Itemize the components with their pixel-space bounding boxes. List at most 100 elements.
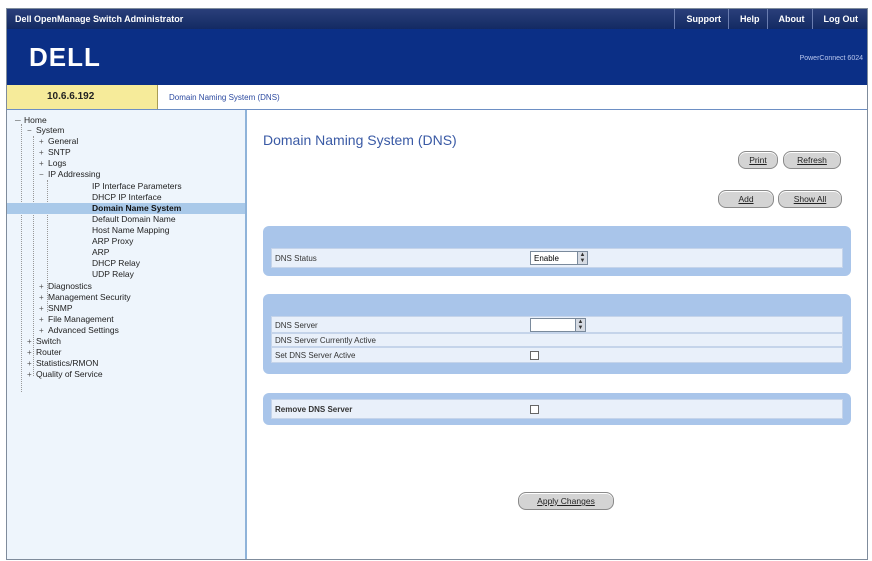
tree-item-general[interactable]: + General <box>39 136 78 147</box>
tree-item-host-name-mapping[interactable]: Host Name Mapping <box>92 225 169 236</box>
tree-item-label: IP Addressing <box>48 169 101 179</box>
tree-item-sntp[interactable]: + SNTP <box>39 147 71 158</box>
tree-line <box>21 124 22 392</box>
remove-dns-panel: Remove DNS Server <box>263 393 851 425</box>
show-all-button-label: Show All <box>793 194 827 204</box>
about-link[interactable]: About <box>766 9 812 29</box>
dns-status-value: Enable <box>534 254 559 263</box>
expand-icon[interactable]: + <box>27 369 36 380</box>
tree-item-label: Domain Name System <box>92 203 182 213</box>
tree-item-dhcp-ip-interface[interactable]: DHCP IP Interface <box>92 192 162 203</box>
tree-item-label: UDP Relay <box>92 269 134 279</box>
show-all-button[interactable]: Show All <box>778 190 842 208</box>
tree-item-arp[interactable]: ARP <box>92 247 109 258</box>
tree-item-advanced-settings[interactable]: + Advanced Settings <box>39 325 119 336</box>
tree-item-management-security[interactable]: + Management Security <box>39 292 131 303</box>
tree-item-udp-relay[interactable]: UDP Relay <box>92 269 134 280</box>
expand-icon[interactable]: + <box>39 303 48 314</box>
remove-dns-checkbox[interactable] <box>530 405 539 414</box>
dns-server-row: DNS Server ▲ ▼ <box>271 316 843 333</box>
tree-item-file-management[interactable]: + File Management <box>39 314 114 325</box>
tree-item-domain-name-system[interactable]: Domain Name System <box>7 203 245 214</box>
page-title: Domain Naming System (DNS) <box>263 132 457 148</box>
expand-icon[interactable]: + <box>39 292 48 303</box>
expand-icon[interactable]: + <box>27 358 36 369</box>
help-link[interactable]: Help <box>727 9 767 29</box>
refresh-button-label: Refresh <box>797 155 827 165</box>
tree-item-label: Logs <box>48 158 67 168</box>
remove-dns-label: Remove DNS Server <box>275 405 353 414</box>
dns-status-label: DNS Status <box>275 254 317 263</box>
title-bar: Dell OpenManage Switch Administrator Sup… <box>7 9 867 29</box>
log-out-link[interactable]: Log Out <box>811 9 866 29</box>
tree-item-label: Router <box>36 347 62 357</box>
expand-icon[interactable]: + <box>39 314 48 325</box>
tree-item-label: IP Interface Parameters <box>92 181 182 191</box>
tree-item-label: System <box>36 125 65 135</box>
expand-icon[interactable]: + <box>39 158 48 169</box>
tree-item-snmp[interactable]: + SNMP <box>39 303 73 314</box>
tree-item-label: SNTP <box>48 147 71 157</box>
apply-changes-button-label: Apply Changes <box>537 496 595 506</box>
tree-item-diagnostics[interactable]: + Diagnostics <box>39 281 92 292</box>
main-content: Domain Naming System (DNS) Print Refresh… <box>247 110 867 559</box>
tree-item-label: Default Domain Name <box>92 214 176 224</box>
device-ip: 10.6.6.192 <box>47 91 95 102</box>
tree-item-quality-of-service[interactable]: + Quality of Service <box>27 369 103 380</box>
set-dns-active-label: Set DNS Server Active <box>275 351 356 360</box>
remove-dns-row: Remove DNS Server <box>271 399 843 419</box>
tree-item-dhcp-relay[interactable]: DHCP Relay <box>92 258 140 269</box>
refresh-button[interactable]: Refresh <box>783 151 841 169</box>
tree-item-label: ARP Proxy <box>92 236 134 246</box>
dns-status-select[interactable]: Enable ▲ ▼ <box>530 251 588 265</box>
tree-item-label: DHCP IP Interface <box>92 192 162 202</box>
tree-item-ip-addressing[interactable]: − IP Addressing <box>39 169 100 180</box>
set-dns-active-row: Set DNS Server Active <box>271 347 843 363</box>
add-button-label: Add <box>738 194 754 204</box>
dropdown-arrow-icon: ▲ ▼ <box>575 319 585 331</box>
tree-item-label: ARP <box>92 247 110 257</box>
dns-server-select[interactable]: ▲ ▼ <box>530 318 586 332</box>
dns-server-active-label: DNS Server Currently Active <box>275 336 376 345</box>
expand-icon[interactable]: + <box>39 325 48 336</box>
browser-frame: Dell OpenManage Switch Administrator Sup… <box>6 8 868 560</box>
set-dns-active-checkbox[interactable] <box>530 351 539 360</box>
crumb-bar: 10.6.6.192 Domain Naming System (DNS) <box>7 85 867 110</box>
apply-changes-button[interactable]: Apply Changes <box>518 492 614 510</box>
expand-icon[interactable]: + <box>27 347 36 358</box>
tree-item-label: Quality of Service <box>36 369 103 379</box>
support-link[interactable]: Support <box>674 9 728 29</box>
tree-item-label: Statistics/RMON <box>36 358 99 368</box>
dns-status-panel: DNS Status Enable ▲ ▼ <box>263 226 851 276</box>
collapse-icon[interactable]: − <box>39 169 48 180</box>
tree-item-label: Home <box>24 115 47 125</box>
expand-icon[interactable]: + <box>27 336 36 347</box>
tree-item-router[interactable]: + Router <box>27 347 62 358</box>
tree-item-system[interactable]: − System <box>27 125 64 136</box>
add-button[interactable]: Add <box>718 190 774 208</box>
banner: DELL PowerConnect 6024 <box>7 29 867 85</box>
expand-icon[interactable]: + <box>39 136 48 147</box>
product-name: PowerConnect 6024 <box>799 55 863 62</box>
dns-server-label: DNS Server <box>275 321 318 330</box>
tree-item-label: SNMP <box>48 303 73 313</box>
expand-icon[interactable]: + <box>39 281 48 292</box>
print-button-label: Print <box>749 155 767 165</box>
collapse-icon[interactable]: − <box>27 125 36 136</box>
dell-logo: DELL <box>29 42 101 72</box>
tree-item-logs[interactable]: + Logs <box>39 158 66 169</box>
expand-icon[interactable]: + <box>39 147 48 158</box>
tree-item-arp-proxy[interactable]: ARP Proxy <box>92 236 133 247</box>
app-title: Dell OpenManage Switch Administrator <box>15 14 184 24</box>
print-button[interactable]: Print <box>738 151 778 169</box>
dns-server-panel: DNS Server ▲ ▼ DNS Server Currently Activ… <box>263 294 851 374</box>
tree-item-ip-interface-parameters[interactable]: IP Interface Parameters <box>92 181 182 192</box>
tree-item-label: Host Name Mapping <box>92 225 170 235</box>
tree-item-default-domain-name[interactable]: Default Domain Name <box>92 214 176 225</box>
device-ip-box: 10.6.6.192 <box>7 85 158 109</box>
tree-item-label: DHCP Relay <box>92 258 141 268</box>
dns-server-active-row: DNS Server Currently Active <box>271 333 843 347</box>
tree-item-switch[interactable]: + Switch <box>27 336 61 347</box>
breadcrumb[interactable]: Domain Naming System (DNS) <box>169 93 280 102</box>
tree-item-statistics-rmon[interactable]: + Statistics/RMON <box>27 358 98 369</box>
